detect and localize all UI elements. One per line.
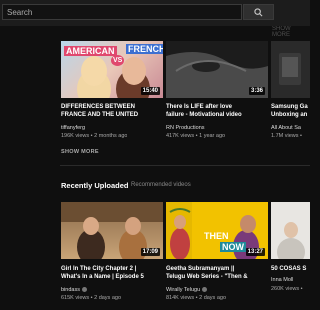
- video-thumbnail-1[interactable]: AMERICAN VS FRENCH 15:40: [61, 41, 163, 98]
- video-thumbnail-2[interactable]: 3:36: [166, 41, 268, 98]
- thumbnail-art: [277, 222, 305, 259]
- search-input[interactable]: [7, 6, 237, 18]
- video-duration: 13:27: [245, 248, 265, 256]
- channel-name-text[interactable]: bindass: [61, 287, 80, 293]
- verified-icon: [81, 287, 87, 293]
- thumbnail-text-american: AMERICAN: [64, 46, 117, 56]
- video-title-line-2[interactable]: FRANCE AND THE UNITED: [61, 111, 163, 119]
- video-title[interactable]: Geetha Subramanyam ||: [166, 265, 268, 273]
- video-meta: 615K views • 2 days ago: [61, 295, 122, 301]
- video-thumbnail-6[interactable]: [271, 202, 310, 259]
- video-duration: 17:09: [140, 248, 160, 256]
- video-thumbnail-5[interactable]: THEN NOW 13:27: [166, 202, 268, 259]
- search-box[interactable]: [2, 4, 242, 20]
- video-meta: 196K views • 2 months ago: [61, 133, 128, 139]
- video-title-line-2[interactable]: Unboxing an: [271, 111, 310, 119]
- top-bar: [0, 0, 310, 26]
- video-title-line-2[interactable]: What's In a Name | Episode 5: [61, 273, 163, 281]
- video-title-line-2[interactable]: failure - Motivational video: [166, 111, 268, 119]
- search-icon: [254, 7, 263, 16]
- section-title[interactable]: Recently Uploaded: [61, 181, 129, 190]
- show-more-button[interactable]: SHOW MORE: [61, 149, 99, 155]
- video-thumbnail-4[interactable]: 17:09: [61, 202, 163, 259]
- channel-name[interactable]: All About Sa: [271, 125, 310, 132]
- thumbnail-text-now: NOW: [220, 242, 246, 252]
- channel-name[interactable]: RN Productions: [166, 125, 205, 132]
- video-meta: 1.7M views •: [271, 133, 302, 139]
- channel-name[interactable]: Wirally Telugu: [166, 287, 208, 294]
- verified-icon: [202, 287, 208, 293]
- search-button[interactable]: [243, 4, 274, 20]
- video-title[interactable]: DIFFERENCES BETWEEN: [61, 103, 163, 111]
- video-title[interactable]: Girl In The City Chapter 2 |: [61, 265, 163, 273]
- section-subtitle: Recommended videos: [131, 182, 191, 188]
- video-thumbnail-3[interactable]: [271, 41, 310, 98]
- channel-name[interactable]: Inna Moll: [271, 277, 310, 284]
- video-title[interactable]: There Is LIFE after love: [166, 103, 268, 111]
- channel-name[interactable]: tiffanyferg: [61, 125, 85, 132]
- video-duration: 3:36: [248, 87, 265, 95]
- video-meta: 417K views • 1 year ago: [166, 133, 226, 139]
- channel-name-text[interactable]: Wirally Telugu: [166, 287, 200, 293]
- channel-name[interactable]: bindass: [61, 287, 87, 294]
- thumbnail-art: [279, 53, 301, 85]
- video-title[interactable]: Samsung Ga: [271, 103, 310, 111]
- video-duration: 15:40: [140, 87, 160, 95]
- video-meta: 814K views • 2 days ago: [166, 295, 227, 301]
- thumbnail-text-french: FRENCH: [126, 44, 163, 54]
- top-show-more-label[interactable]: SHOW MORE: [272, 26, 310, 38]
- section-divider: [60, 165, 310, 166]
- video-title-line-2[interactable]: Telugu Web Series - "Then &: [166, 273, 268, 281]
- video-meta: 260K views •: [271, 286, 303, 292]
- video-title[interactable]: 50 COSAS S: [271, 265, 310, 273]
- thumbnail-text-then: THEN: [204, 231, 229, 241]
